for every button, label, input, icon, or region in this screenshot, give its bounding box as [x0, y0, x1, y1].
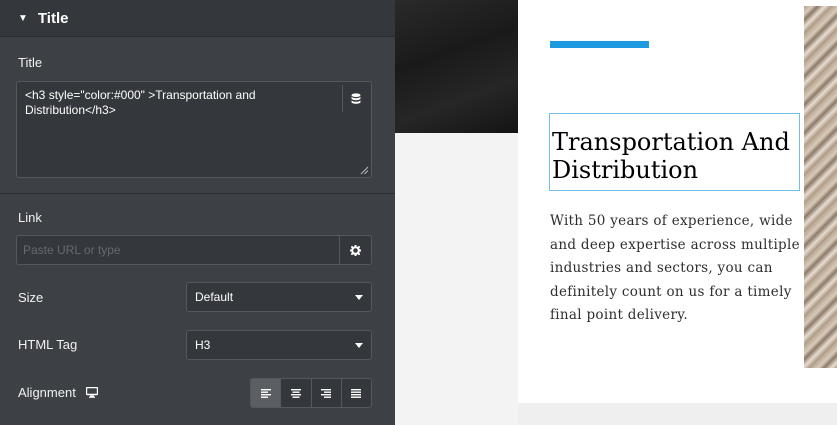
gear-icon: [350, 244, 361, 256]
alignment-field-label-row: Alignment: [18, 385, 98, 400]
desktop-icon[interactable]: [85, 387, 98, 398]
canvas-background: [395, 133, 518, 425]
align-center-button[interactable]: [281, 379, 312, 407]
align-left-button[interactable]: [251, 379, 282, 407]
editor-panel: ▼ Title Title <h3 style="color:#000" >Tr…: [0, 0, 395, 425]
section-header-title[interactable]: ▼ Title: [0, 0, 395, 37]
background-photo: [395, 0, 518, 133]
caret-down-icon: ▼: [18, 12, 28, 24]
section-title: Title: [37, 9, 69, 27]
html-tag-select[interactable]: H3: [186, 330, 372, 360]
align-right-icon: [321, 388, 332, 398]
selected-heading-widget[interactable]: Transportation And Distribution: [549, 113, 800, 191]
align-right-button[interactable]: [311, 379, 342, 407]
canvas-background-bottom: [518, 403, 837, 425]
size-field-label: Size: [18, 290, 44, 305]
title-textarea[interactable]: <h3 style="color:#000" >Transportation a…: [16, 81, 372, 178]
title-field-label: Title: [18, 55, 43, 70]
chevron-down-icon: [355, 342, 363, 348]
align-justify-button[interactable]: [341, 379, 371, 407]
dynamic-tags-button[interactable]: [342, 85, 369, 112]
alignment-control: [250, 378, 372, 408]
section-divider: [0, 193, 395, 194]
align-justify-icon: [351, 388, 362, 398]
size-select-value: Default: [195, 290, 234, 304]
size-select[interactable]: Default: [186, 282, 372, 312]
chevron-down-icon: [355, 294, 363, 300]
align-center-icon: [290, 388, 301, 398]
body-text: With 50 years of experience, wide and de…: [550, 213, 800, 323]
content-card: Transportation And Distribution With 50 …: [518, 0, 804, 403]
link-options-button[interactable]: [340, 235, 372, 265]
alignment-field-label: Alignment: [18, 385, 76, 400]
html-tag-field-label: HTML Tag: [18, 337, 78, 352]
accent-divider: [550, 41, 649, 48]
link-url-input[interactable]: [16, 235, 340, 265]
align-left-icon: [260, 388, 271, 398]
database-icon: [351, 92, 361, 104]
html-tag-select-value: H3: [195, 338, 211, 352]
resize-grip-icon[interactable]: [360, 166, 369, 175]
side-photo: [804, 6, 837, 368]
link-field-label: Link: [18, 210, 42, 225]
